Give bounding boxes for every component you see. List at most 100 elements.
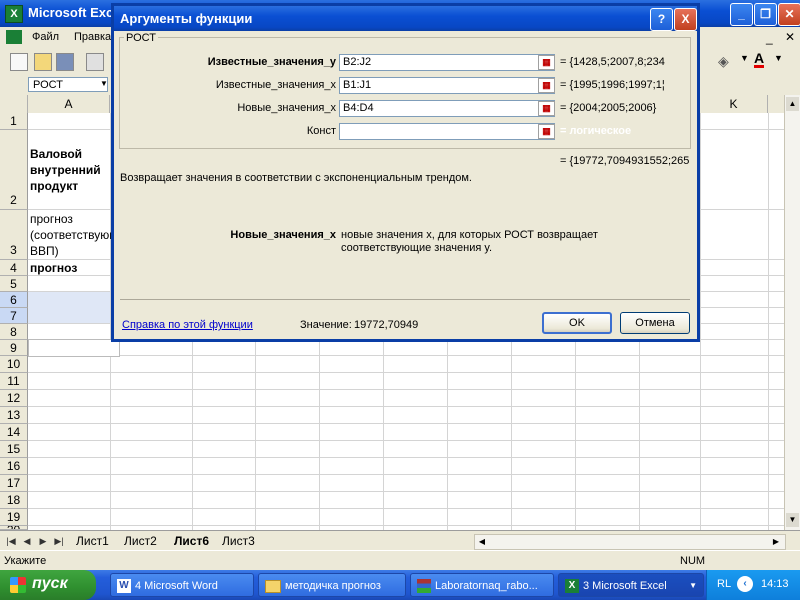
column-header-k[interactable]: K: [700, 95, 768, 113]
task-rar[interactable]: Laboratornaq_rabo...: [410, 573, 554, 597]
fill-color-icon[interactable]: ◈: [718, 53, 734, 69]
menu-file[interactable]: Файл: [32, 31, 59, 43]
scroll-right-icon[interactable]: ▶: [769, 535, 783, 549]
first-sheet-icon[interactable]: |◀: [4, 534, 18, 548]
row-header-18[interactable]: 18: [0, 492, 28, 509]
task-folder[interactable]: методичка прогноз: [258, 573, 406, 597]
font-color-dropdown-icon[interactable]: ▼: [774, 53, 783, 63]
dialog-help-button[interactable]: ?: [650, 8, 673, 31]
workbook-close-icon[interactable]: ✕: [785, 30, 795, 44]
row-header-17[interactable]: 17: [0, 475, 28, 492]
row-header-9[interactable]: 9: [0, 340, 28, 356]
row-header-11[interactable]: 11: [0, 373, 28, 390]
horizontal-scrollbar[interactable]: ◀ ▶: [474, 534, 786, 550]
scroll-up-icon[interactable]: ▲: [786, 97, 799, 111]
row-header-3[interactable]: 3: [0, 210, 28, 260]
prev-sheet-icon[interactable]: ◀: [20, 534, 34, 548]
sheet-tab-2[interactable]: Лист2: [124, 534, 157, 548]
cell-a2[interactable]: Валовой внутренний продукт: [30, 146, 110, 194]
ok-button[interactable]: OK: [542, 312, 612, 334]
row-header-12[interactable]: 12: [0, 390, 28, 407]
minimize-button[interactable]: _: [730, 3, 753, 26]
vertical-scrollbar[interactable]: ▲ ▼: [784, 95, 800, 530]
excel-window-title: Microsoft Excel: [28, 5, 125, 20]
task-word[interactable]: W 4 Microsoft Word: [110, 573, 254, 597]
column-header-a[interactable]: A: [28, 95, 110, 113]
tray-expand-icon[interactable]: ‹: [737, 576, 753, 592]
row-header-1[interactable]: 1: [0, 113, 28, 130]
restore-button[interactable]: ❐: [754, 3, 777, 26]
row-header-14[interactable]: 14: [0, 424, 28, 441]
workbook-icon[interactable]: [6, 30, 22, 44]
collapse-range-icon[interactable]: ▦: [538, 101, 555, 116]
last-sheet-icon[interactable]: ▶|: [52, 534, 66, 548]
arg-help-text-2: соответствующие значения y.: [341, 242, 493, 254]
row-header-13[interactable]: 13: [0, 407, 28, 424]
arg-help-text-1: новые значения x, для которых РОСТ возвр…: [341, 229, 598, 241]
menu-edit[interactable]: Правка: [74, 31, 111, 43]
row-header-19[interactable]: 19: [0, 509, 28, 526]
arg-field-known-y[interactable]: B2:J2: [339, 54, 555, 71]
select-all-corner[interactable]: [0, 95, 28, 113]
row-header-8[interactable]: 8: [0, 324, 28, 340]
sheet-tab-6[interactable]: Лист6: [174, 534, 209, 548]
sheet-tab-1[interactable]: Лист1: [76, 534, 109, 548]
clock: 14:13: [761, 578, 789, 590]
row-header-2[interactable]: 2: [0, 130, 28, 210]
font-color-icon[interactable]: A: [754, 51, 765, 68]
arg-field-const[interactable]: [339, 123, 555, 140]
row-header-15[interactable]: 15: [0, 441, 28, 458]
function-help-link[interactable]: Справка по этой функции: [122, 319, 253, 331]
arg-label-const: Конст: [306, 125, 336, 137]
active-cell-a9[interactable]: [28, 339, 120, 357]
row-header-10[interactable]: 10: [0, 356, 28, 373]
row-header-7[interactable]: 7: [0, 308, 28, 324]
start-label: пуск: [32, 575, 68, 592]
name-box[interactable]: РОСТ: [28, 77, 108, 92]
task-excel[interactable]: X 3 Microsoft Excel ▼: [558, 573, 704, 597]
task-folder-label: методичка прогноз: [285, 580, 381, 592]
arg-field-new-x[interactable]: B4:D4: [339, 100, 555, 117]
taskbar: пуск W 4 Microsoft Word методичка прогноз…: [0, 570, 800, 600]
value-label: Значение:: [300, 319, 352, 331]
excel-app-icon[interactable]: X: [5, 5, 23, 23]
scroll-left-icon[interactable]: ◀: [475, 535, 489, 549]
collapse-range-icon[interactable]: ▦: [538, 124, 555, 139]
word-icon: W: [117, 579, 131, 594]
function-description: Возвращает значения в соответствии с экс…: [120, 172, 472, 184]
rar-icon: [417, 579, 431, 594]
formula-result-preview: = {19772,7094931552;265: [560, 155, 690, 167]
row-header-5[interactable]: 5: [0, 276, 28, 292]
selected-range-a6-a7: [28, 292, 110, 323]
row-header-6[interactable]: 6: [0, 292, 28, 308]
arg-field-known-x[interactable]: B1:J1: [339, 77, 555, 94]
workbook-minimize-icon[interactable]: _: [766, 31, 773, 45]
language-indicator[interactable]: RL: [717, 578, 731, 590]
name-box-dropdown-icon[interactable]: ▼: [100, 79, 108, 88]
cell-a3[interactable]: прогноз (соответствующий ВВП): [30, 211, 132, 259]
sheet-tab-3[interactable]: Лист3: [222, 534, 255, 548]
row-header-16[interactable]: 16: [0, 458, 28, 475]
system-tray: RL ‹ 14:13: [706, 570, 800, 600]
collapse-range-icon[interactable]: ▦: [538, 78, 555, 93]
print-icon[interactable]: [86, 53, 104, 71]
arg-result-known-x: = {1995;1996;1997;1¦: [560, 79, 665, 91]
start-button[interactable]: пуск: [0, 570, 96, 600]
value-display: 19772,70949: [354, 319, 419, 331]
status-num: NUM: [680, 555, 706, 567]
cancel-button[interactable]: Отмена: [620, 312, 690, 334]
fill-color-dropdown-icon[interactable]: ▼: [740, 53, 749, 63]
new-file-icon[interactable]: [10, 53, 28, 71]
dialog-title-bar[interactable]: Аргументы функции ? X: [114, 6, 697, 31]
scroll-down-icon[interactable]: ▼: [786, 513, 799, 527]
next-sheet-icon[interactable]: ▶: [36, 534, 50, 548]
task-excel-label: 3 Microsoft Excel: [583, 580, 667, 592]
windows-logo-icon: [10, 577, 26, 593]
save-icon[interactable]: [56, 53, 74, 71]
open-file-icon[interactable]: [34, 53, 52, 71]
dialog-close-button[interactable]: X: [674, 8, 697, 31]
cell-a4[interactable]: прогноз: [30, 260, 110, 276]
row-header-4[interactable]: 4: [0, 260, 28, 276]
collapse-range-icon[interactable]: ▦: [538, 55, 555, 70]
close-window-button[interactable]: ✕: [778, 3, 800, 26]
